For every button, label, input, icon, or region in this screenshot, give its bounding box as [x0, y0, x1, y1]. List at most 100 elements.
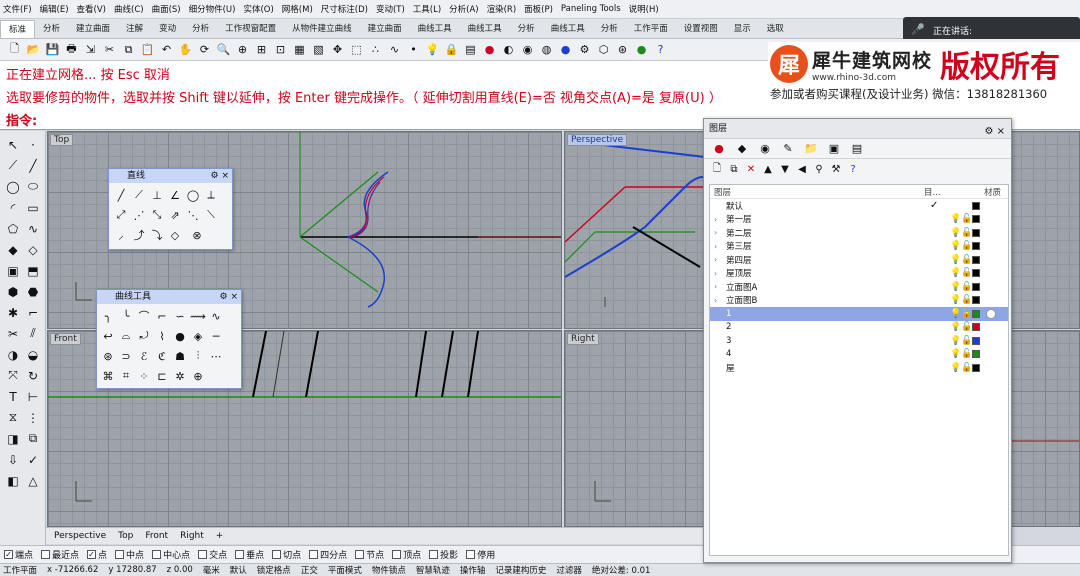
array-icon[interactable]: ⋮	[24, 409, 42, 426]
panel-settings-icon[interactable]: ⚙	[211, 171, 219, 181]
light-icon[interactable]: 💡	[424, 41, 441, 58]
osnap-option[interactable]: 顶点	[392, 548, 421, 561]
polyline-icon[interactable]: ⟋	[4, 157, 22, 174]
curve-people-icon[interactable]: ☗	[172, 348, 188, 364]
expand-icon[interactable]: ›	[714, 228, 717, 237]
move-icon[interactable]: ✥	[329, 41, 346, 58]
layer-help-icon[interactable]: ?	[846, 162, 860, 176]
status-toggle[interactable]: 正交	[301, 564, 318, 576]
curve-free-icon[interactable]: ⌗	[118, 368, 134, 384]
curve-target-icon[interactable]: ⊕	[190, 368, 206, 384]
toolbar-tab[interactable]: 分析	[184, 20, 217, 38]
freeform-curve-icon[interactable]: ∿	[24, 220, 42, 237]
lock-icon[interactable]: 🔓	[961, 309, 972, 319]
render-tab-icon[interactable]: ◉	[756, 141, 774, 157]
globe-icon[interactable]: ●	[633, 41, 650, 58]
layer-row[interactable]: 默认 ✓	[710, 199, 1008, 213]
new-file-icon[interactable]: 🗋	[6, 41, 23, 58]
expand-icon[interactable]: ›	[714, 255, 717, 264]
visibility-bulb-icon[interactable]: 💡	[950, 349, 961, 359]
visibility-bulb-icon[interactable]: 💡	[950, 309, 961, 319]
color-tab-icon[interactable]: ●	[710, 141, 728, 157]
fillet-icon[interactable]: ⌐	[24, 304, 42, 321]
layer-color-swatch[interactable]	[972, 242, 980, 251]
line-midpoint-icon[interactable]: ⤵	[149, 227, 165, 243]
offset-curve-icon[interactable]: ∽	[172, 308, 188, 324]
menu-item[interactable]: 面板(P)	[524, 3, 553, 15]
curve-adjust-icon[interactable]: ↩	[100, 328, 116, 344]
text-icon[interactable]: T	[4, 388, 22, 405]
menu-item[interactable]: 网格(M)	[282, 3, 313, 15]
osnap-checkbox[interactable]	[115, 550, 125, 559]
osnap-option[interactable]: 停用	[466, 548, 495, 561]
line-toolbar-panel[interactable]: 直线 ⚙ × ╱ ⟋ ⊥ ∠ ◯ ⟂ ⤢ ⋰ ⤡ ⇗ ⋱ ⟍ ⸝ ⤴ ⤵ ◇ ⊗	[108, 168, 233, 250]
mesh-tool-icon[interactable]: ⬢	[4, 283, 22, 300]
toolbar-tab[interactable]: 工作视窗配置	[217, 20, 284, 38]
layer-row[interactable]: 2 💡 🔓	[710, 321, 1008, 335]
lock-icon[interactable]: 🔓	[961, 282, 972, 292]
viewport-tab[interactable]: Perspective	[54, 531, 106, 541]
visibility-bulb-icon[interactable]: 💡	[950, 322, 961, 332]
osnap-option[interactable]: 最近点	[41, 548, 79, 561]
layer-row[interactable]: › 立面图A 💡 🔓	[710, 280, 1008, 294]
toolbar-tab[interactable]: 显示	[726, 20, 759, 38]
pan-icon[interactable]: ✋	[177, 41, 194, 58]
show-icon[interactable]: △	[24, 472, 42, 489]
chamfer-curve-icon[interactable]: ╰	[118, 308, 134, 324]
points-on-icon[interactable]: ∴	[367, 41, 384, 58]
rotate-view-icon[interactable]: ⟳	[196, 41, 213, 58]
osnap-checkbox[interactable]: ✓	[4, 550, 13, 559]
toolbar-tab[interactable]: 注解	[118, 20, 151, 38]
four-view-icon[interactable]: ▦	[291, 41, 308, 58]
curve-bracket-icon[interactable]: ⊏	[154, 368, 170, 384]
import-icon[interactable]: ⇲	[82, 41, 99, 58]
status-toggle[interactable]: 智慧轨迹	[416, 564, 450, 576]
menu-item[interactable]: 尺寸标注(D)	[321, 3, 368, 15]
toolbar-tab[interactable]: 分析	[510, 20, 543, 38]
cplane-icon[interactable]: ▧	[310, 41, 327, 58]
line-surface-icon[interactable]: ⇗	[167, 207, 183, 223]
layer-row[interactable]: 3 💡 🔓	[710, 334, 1008, 348]
osnap-option[interactable]: 节点	[355, 548, 384, 561]
osnap-checkbox[interactable]	[152, 550, 162, 559]
layer-color-swatch[interactable]	[972, 309, 980, 318]
osnap-option[interactable]: 中点	[115, 548, 144, 561]
line-tangent-icon[interactable]: ◯	[185, 187, 201, 203]
surface-icon[interactable]: ◆	[4, 241, 22, 258]
curve-cross-icon[interactable]: ⊛	[100, 348, 116, 364]
fillet-curve-icon[interactable]: ╮	[100, 308, 116, 324]
check-icon[interactable]: ✓	[24, 451, 42, 468]
menu-item[interactable]: 变动(T)	[376, 3, 405, 15]
blend-curve-icon[interactable]: ⌒	[136, 308, 152, 324]
hide-icon[interactable]: ◧	[4, 472, 22, 489]
point-icon[interactable]: •	[405, 41, 422, 58]
osnap-checkbox[interactable]	[309, 550, 319, 559]
curve-surface-icon[interactable]: ◈	[190, 328, 206, 344]
lock-icon[interactable]: 🔓	[961, 363, 972, 373]
visibility-bulb-icon[interactable]: 💡	[950, 295, 961, 305]
curve-star-icon[interactable]: ✲	[172, 368, 188, 384]
osnap-checkbox[interactable]	[355, 550, 365, 559]
layer-row[interactable]: 4 💡 🔓	[710, 348, 1008, 362]
layer-row[interactable]: › 第四层 💡 🔓	[710, 253, 1008, 267]
display-tab-icon[interactable]: ▣	[825, 141, 843, 157]
layer-color-swatch[interactable]	[972, 215, 980, 224]
lock-icon[interactable]: 🔓	[961, 268, 972, 278]
boolean-icon[interactable]: ◑	[4, 346, 22, 363]
expand-icon[interactable]: ›	[714, 242, 717, 251]
visibility-bulb-icon[interactable]: 💡	[950, 255, 961, 265]
connect-curve-icon[interactable]: ⌐	[154, 308, 170, 324]
layer-color-swatch[interactable]	[972, 282, 980, 291]
curve-symmetry-icon[interactable]: ℰ	[136, 348, 152, 364]
panel-settings-icon[interactable]: ⚙	[984, 126, 993, 137]
new-layer-icon[interactable]: 🗋	[710, 162, 724, 176]
move-out-icon[interactable]: ◀	[795, 162, 809, 176]
layer-color-swatch[interactable]	[972, 269, 980, 278]
color-wheel-icon[interactable]: ●	[481, 41, 498, 58]
toolbar-tab[interactable]: 分析	[593, 20, 626, 38]
print-icon[interactable]: 🖶	[63, 41, 80, 58]
toolbar-tab[interactable]: 变动	[151, 20, 184, 38]
copy-icon[interactable]: ⧉	[120, 41, 137, 58]
loft-icon[interactable]: ◇	[24, 241, 42, 258]
arc-icon[interactable]: ◜	[4, 199, 22, 216]
